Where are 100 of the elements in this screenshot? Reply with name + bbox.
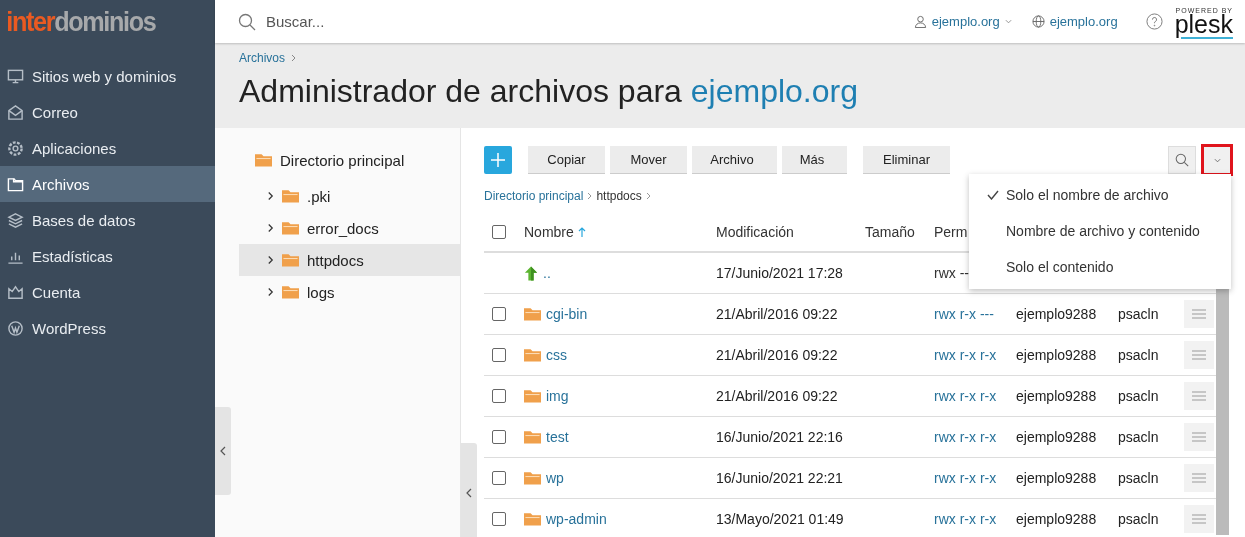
help-icon[interactable]: [1145, 13, 1163, 30]
file-name-link[interactable]: ..: [543, 265, 551, 281]
table-cell-text: 17/Junio/2021 17:28: [716, 265, 844, 281]
select-all-checkbox[interactable]: [492, 225, 506, 239]
menu-icon: [1192, 309, 1206, 319]
dropdown-toggle[interactable]: [1201, 144, 1233, 176]
menu-item[interactable]: Solo el contenido: [969, 249, 1231, 285]
crown-icon: [7, 283, 24, 301]
table-cell-text: ejemplo9288: [1016, 388, 1098, 404]
search-button[interactable]: [1168, 146, 1196, 174]
domain-link[interactable]: ejemplo.org: [1031, 14, 1118, 29]
path-current: httpdocs: [596, 189, 642, 203]
table-cell-text: psacln: [1118, 429, 1160, 445]
logo[interactable]: interdominios: [0, 0, 194, 43]
chevron-icon: [645, 192, 651, 200]
chevron-icon: [291, 54, 296, 62]
file-name-link[interactable]: css: [546, 347, 567, 363]
folder-icon: [524, 348, 541, 362]
file-name-link[interactable]: img: [546, 388, 569, 404]
permissions-link[interactable]: rwx r-x r-x: [934, 347, 1016, 363]
table-cell-text: 21/Abril/2016 09:22: [716, 388, 839, 404]
menu-icon: [1192, 350, 1206, 360]
folder-icon: [282, 253, 299, 267]
toolbar-button[interactable]: Archivo: [692, 146, 777, 174]
sidebar-item[interactable]: Estadísticas: [0, 238, 215, 274]
sidebar-item[interactable]: Correo: [0, 94, 215, 130]
menu-icon: [1192, 432, 1206, 442]
row-checkbox[interactable]: [492, 512, 506, 526]
table-cell-text: 13/Mayo/2021 01:49: [716, 511, 845, 527]
permissions-link[interactable]: rwx r-x r-x: [934, 511, 1016, 527]
column-header[interactable]: Nombre: [524, 224, 716, 240]
row-checkbox[interactable]: [492, 348, 506, 362]
toolbar-button[interactable]: Copiar: [528, 146, 605, 174]
caret-icon: [1004, 19, 1012, 24]
path-link[interactable]: Directorio principal: [484, 189, 584, 203]
table-cell-text: 21/Abril/2016 09:22: [716, 347, 839, 363]
permissions-link[interactable]: rwx r-x r-x: [934, 429, 1016, 445]
file-name-link[interactable]: wp-admin: [546, 511, 607, 527]
sidebar-item[interactable]: WordPress: [0, 310, 215, 346]
row-checkbox[interactable]: [492, 430, 506, 444]
permissions-link[interactable]: rwx r-x r-x: [934, 388, 1016, 404]
row-checkbox[interactable]: [492, 471, 506, 485]
gear-icon: [7, 139, 24, 157]
folder-icon: [524, 430, 541, 444]
table-cell-text: psacln: [1118, 388, 1160, 404]
sidebar-item[interactable]: Aplicaciones: [0, 130, 215, 166]
file-name-link[interactable]: cgi-bin: [546, 306, 588, 322]
tree-item[interactable]: httpdocs: [239, 244, 460, 276]
toolbar-button[interactable]: Eliminar: [863, 146, 950, 174]
expand-icon[interactable]: [267, 191, 274, 201]
tree-item[interactable]: error_docs: [239, 212, 460, 244]
menu-icon: [1192, 514, 1206, 524]
folder-icon: [7, 175, 24, 193]
table-cell-text: 16/Junio/2021 22:16: [716, 429, 844, 445]
caret-icon: [1213, 157, 1221, 163]
tree-item[interactable]: logs: [239, 276, 460, 308]
row-checkbox[interactable]: [492, 307, 506, 321]
folder-icon: [524, 512, 541, 526]
layers-icon: [7, 211, 24, 229]
table-cell-text: psacln: [1118, 347, 1160, 363]
wordpress-icon: [7, 319, 24, 337]
folder-icon: [524, 389, 541, 403]
permissions-link[interactable]: rwx r-x r-x: [934, 470, 1016, 486]
sidebar-item[interactable]: Cuenta: [0, 274, 215, 310]
expand-icon[interactable]: [267, 255, 274, 265]
page-title: Administrador de archivos para ejemplo.org: [239, 73, 859, 110]
tree-item[interactable]: Directorio principal: [215, 148, 460, 172]
table-cell-text: 21/Abril/2016 09:22: [716, 306, 839, 322]
user-menu[interactable]: ejemplo.org: [913, 14, 1012, 29]
chevron-icon: [587, 192, 593, 200]
user-icon: [913, 15, 927, 28]
table-cell-text: psacln: [1118, 306, 1160, 322]
table-cell-text: ejemplo9288: [1016, 306, 1098, 322]
tree-item[interactable]: .pki: [239, 180, 460, 212]
sidebar-item[interactable]: Bases de datos: [0, 202, 215, 238]
collapse-handle[interactable]: [461, 443, 477, 537]
column-header[interactable]: Modificación: [716, 224, 865, 240]
collapse-handle[interactable]: [215, 407, 231, 495]
file-name-link[interactable]: test: [546, 429, 569, 445]
folder-icon: [282, 221, 299, 235]
table-cell-text: ejemplo9288: [1016, 511, 1098, 527]
menu-item[interactable]: Solo el nombre de archivo: [969, 177, 1231, 213]
toolbar-button[interactable]: Más: [782, 146, 847, 174]
table-cell-text: 16/Junio/2021 22:21: [716, 470, 844, 486]
envelope-icon: [7, 103, 24, 121]
expand-icon[interactable]: [267, 223, 274, 233]
check-icon: [987, 190, 999, 200]
sidebar-item[interactable]: Archivos: [0, 166, 215, 202]
row-checkbox[interactable]: [492, 389, 506, 403]
toolbar-button[interactable]: Mover: [610, 146, 687, 174]
monitor-icon: [7, 67, 24, 85]
sidebar-item[interactable]: Sitios web y dominios: [0, 58, 215, 94]
permissions-link[interactable]: rwx r-x ---: [934, 306, 1016, 322]
table-cell-text: psacln: [1118, 511, 1160, 527]
breadcrumb-link[interactable]: Archivos: [239, 51, 285, 65]
menu-icon: [1192, 391, 1206, 401]
column-header[interactable]: Tamaño: [865, 224, 934, 240]
expand-icon[interactable]: [267, 287, 274, 297]
menu-item[interactable]: Nombre de archivo y contenido: [969, 213, 1231, 249]
file-name-link[interactable]: wp: [546, 470, 564, 486]
